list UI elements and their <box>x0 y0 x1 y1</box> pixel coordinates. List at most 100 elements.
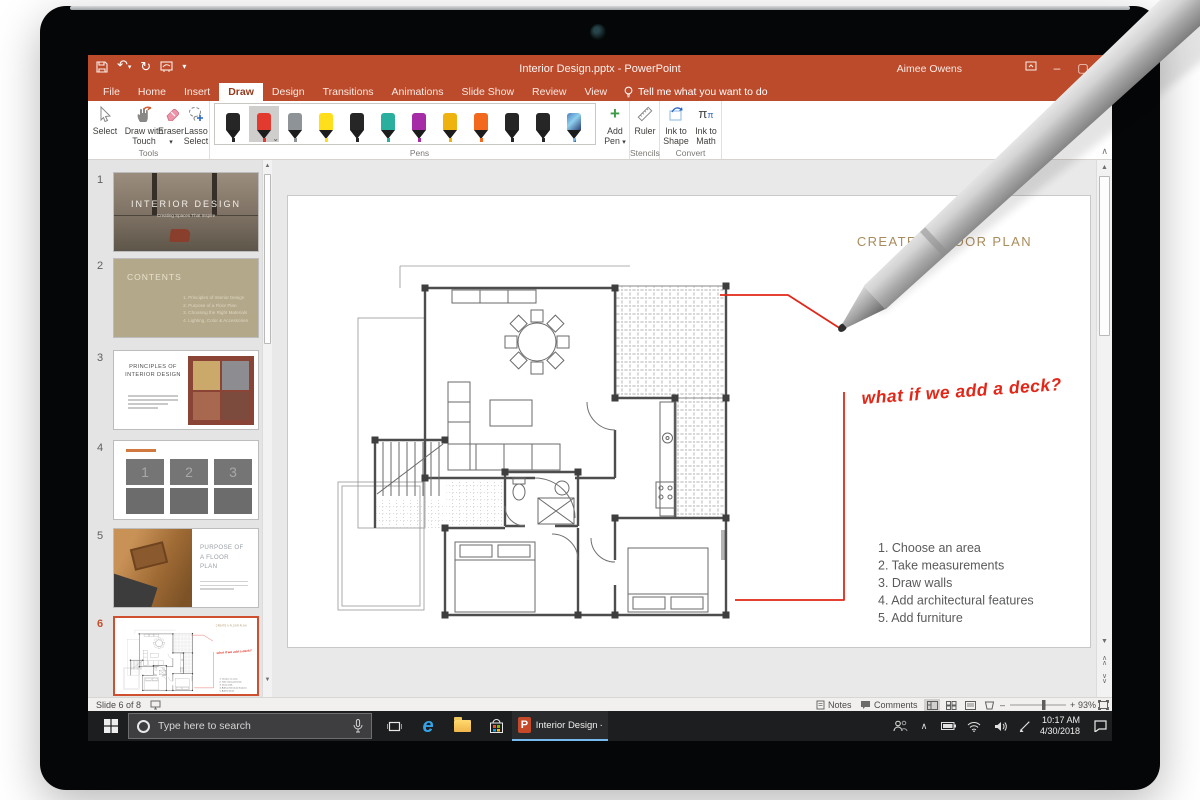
notes-button[interactable]: Notes <box>816 698 852 712</box>
pen-icon <box>412 113 426 130</box>
pen-swatch[interactable] <box>404 106 434 142</box>
select-button[interactable]: Select <box>91 104 119 136</box>
scroll-down-arrow[interactable]: ▼ <box>263 677 272 683</box>
comments-button[interactable]: Comments <box>860 698 918 712</box>
tell-me-box[interactable]: Tell me what you want to do <box>616 83 776 101</box>
fit-slide-button[interactable] <box>1098 698 1109 712</box>
account-name[interactable]: Aimee Owens <box>897 55 962 83</box>
tab-draw[interactable]: Draw <box>219 83 263 101</box>
slide-thumbnail-2[interactable]: CONTENTS 1. Principles of Interior Desig… <box>113 258 259 338</box>
galaxy-pen-swatch[interactable] <box>559 106 589 142</box>
add-pen-button[interactable]: + Add Pen ▾ <box>602 104 628 147</box>
start-button[interactable] <box>96 711 126 741</box>
edge-browser-button[interactable]: e <box>414 711 442 741</box>
main-scrollbar[interactable]: ▲ ▼ ∧ ∧ ∨ ∨ <box>1096 160 1112 697</box>
collapse-ribbon-button[interactable]: ∧ <box>1101 146 1108 157</box>
thumbnail-scrollbar[interactable]: ▲ ▼ <box>262 160 272 697</box>
slide-sorter-view-button[interactable] <box>943 699 959 712</box>
battery-indicator[interactable] <box>936 711 960 741</box>
previous-slide-button[interactable]: ∧ ∧ <box>1097 655 1112 667</box>
comments-icon <box>861 701 870 709</box>
powerpoint-taskbar-button[interactable]: P Interior Design - P... <box>512 711 608 741</box>
pen-swatch[interactable] <box>528 106 558 142</box>
ink-to-math-button[interactable]: ππ Ink to Math <box>692 104 720 147</box>
ribbon-group-convert: Ink to Shape ππ Ink to Math Convert <box>660 101 722 159</box>
pencil-swatch[interactable] <box>435 106 465 142</box>
slide-number-selected: 6 <box>97 618 104 630</box>
eraser-dropdown-caret: ▾ <box>169 139 173 147</box>
pen-swatch[interactable] <box>280 106 310 142</box>
speaker-icon <box>994 721 1007 731</box>
slide-thumbnail-1[interactable]: INTERIOR DESIGN Creating Spaces That Ins… <box>113 172 259 252</box>
microphone-icon[interactable] <box>353 719 363 733</box>
slide-thumbnail-5[interactable]: PURPOSE OF A FLOOR PLAN <box>113 528 259 608</box>
pen-swatch[interactable] <box>218 106 248 142</box>
pen-icon <box>226 113 240 130</box>
pen-tray-button[interactable] <box>1014 711 1036 741</box>
scroll-up-arrow[interactable]: ▲ <box>1097 164 1112 171</box>
windows-taskbar: Type here to search e P Interior Design … <box>88 711 1112 741</box>
pencil-swatch[interactable] <box>466 106 496 142</box>
group-label-tools: Tools <box>138 148 159 158</box>
scrollbar-thumb[interactable] <box>264 174 271 344</box>
action-center-button[interactable] <box>1088 711 1112 741</box>
highlighter-swatch[interactable] <box>311 106 341 142</box>
ribbon-tab-row: File Home Insert Draw Design Transitions… <box>88 83 1112 101</box>
tab-transitions[interactable]: Transitions <box>314 83 383 101</box>
microsoft-store-button[interactable] <box>482 711 510 741</box>
tab-design[interactable]: Design <box>263 83 314 101</box>
scroll-up-arrow[interactable]: ▲ <box>263 163 272 169</box>
file-explorer-button[interactable] <box>448 711 476 741</box>
eraser-button[interactable]: Eraser ▾ <box>158 104 184 147</box>
zoom-level[interactable]: 93% <box>1078 698 1096 712</box>
pen-swatch[interactable] <box>373 106 403 142</box>
clock-tray[interactable]: 10:17 AM 4/30/2018 <box>1036 711 1084 741</box>
display-settings-icon[interactable] <box>150 698 161 712</box>
task-view-button[interactable] <box>380 711 408 741</box>
tab-review[interactable]: Review <box>523 83 575 101</box>
slide-canvas[interactable] <box>288 196 1090 647</box>
view-buttons <box>924 698 997 712</box>
lasso-select-button[interactable]: Lasso Select <box>183 104 209 146</box>
people-tray-button[interactable] <box>888 711 912 741</box>
minimize-button[interactable]: – <box>1044 55 1070 83</box>
volume-indicator[interactable] <box>988 711 1012 741</box>
pen-swatch-selected[interactable]: ⌄ <box>249 106 279 143</box>
tab-animations[interactable]: Animations <box>383 83 453 101</box>
tab-slide-show[interactable]: Slide Show <box>453 83 524 101</box>
maximize-button[interactable]: ▢ <box>1070 55 1096 83</box>
edge-icon: e <box>422 715 434 737</box>
tab-file[interactable]: File <box>94 83 129 101</box>
pen-icon <box>567 113 581 130</box>
slide-number: 3 <box>97 352 104 364</box>
ink-to-shape-button[interactable]: Ink to Shape <box>661 104 691 146</box>
taskbar-search-box[interactable]: Type here to search <box>128 713 372 739</box>
slideshow-view-button[interactable] <box>981 699 997 712</box>
pen-swatch[interactable] <box>342 106 372 142</box>
pen-swatch[interactable] <box>497 106 527 142</box>
zoom-in-button[interactable]: + <box>1070 698 1075 712</box>
pen-gallery: ⌄ <box>214 103 596 145</box>
ruler-button[interactable]: Ruler <box>631 104 659 136</box>
screen: ↶▾ ↻ ▾ Interior Design.pptx - PowerPoint… <box>88 55 1112 741</box>
tab-home[interactable]: Home <box>129 83 175 101</box>
normal-view-button[interactable] <box>924 698 940 712</box>
scroll-down-arrow[interactable]: ▼ <box>1097 638 1112 645</box>
tab-view[interactable]: View <box>575 83 616 101</box>
slide-thumbnail-6-selected[interactable] <box>113 616 259 696</box>
slide-thumbnail-3[interactable]: PRINCIPLES OF INTERIOR DESIGN <box>113 350 259 430</box>
slide-counter: Slide 6 of 8 <box>96 700 142 710</box>
ribbon-display-options-button[interactable] <box>1018 55 1044 83</box>
reading-view-button[interactable] <box>962 699 978 712</box>
tab-insert[interactable]: Insert <box>175 83 219 101</box>
group-label-pens: Pens <box>409 148 430 158</box>
zoom-slider[interactable] <box>1010 698 1066 712</box>
slide-thumbnail-4[interactable]: 1 2 3 <box>113 440 259 520</box>
next-slide-button[interactable]: ∨ ∨ <box>1097 673 1112 685</box>
tray-overflow-chevron[interactable]: ∧ <box>914 711 934 741</box>
zoom-out-button[interactable]: – <box>1000 698 1005 712</box>
wifi-indicator[interactable] <box>962 711 986 741</box>
pen-options-caret[interactable]: ⌄ <box>272 134 279 143</box>
people-icon <box>893 720 907 732</box>
scrollbar-thumb[interactable] <box>1099 176 1110 336</box>
